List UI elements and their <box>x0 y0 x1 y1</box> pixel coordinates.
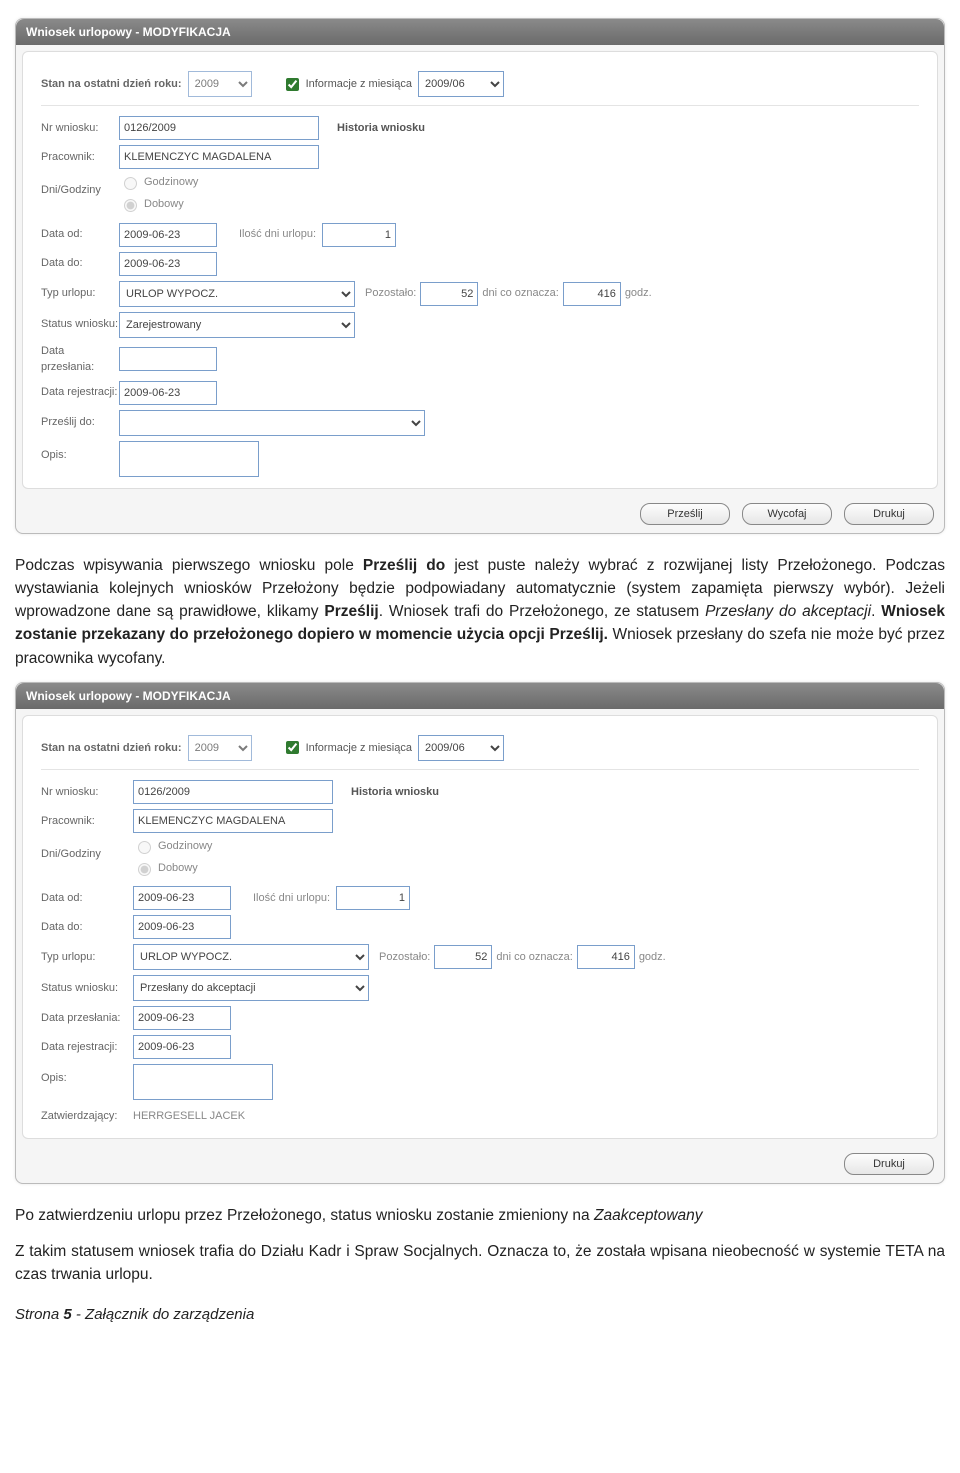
leave-type-label: Typ urlopu: <box>41 949 133 966</box>
date-to-input[interactable] <box>119 252 217 276</box>
panel-title: Wniosek urlopowy - MODYFIKACJA <box>16 19 944 45</box>
explanation-paragraph-1: Podczas wpisywania pierwszego wniosku po… <box>15 554 945 670</box>
reg-date-label: Data rejestracji: <box>41 384 119 401</box>
status-select[interactable]: Przesłany do akceptacji <box>133 975 369 1001</box>
date-from-input[interactable] <box>119 223 217 247</box>
daily-radio[interactable]: Dobowy <box>133 860 198 877</box>
status-label: Status wniosku: <box>41 316 119 333</box>
days-count-input[interactable] <box>336 886 410 910</box>
approver-label: Zatwierdzający: <box>41 1108 133 1125</box>
sent-date-label: Data przesłania: <box>41 343 119 376</box>
request-no-label: Nr wniosku: <box>41 784 133 801</box>
send-to-select[interactable] <box>119 410 425 436</box>
month-select[interactable]: 2009/06 <box>418 735 504 761</box>
days-means-label: dni co oznacza: <box>496 949 572 966</box>
daily-radio[interactable]: Dobowy <box>119 196 184 213</box>
hours-label: godz. <box>625 285 652 302</box>
history-link[interactable]: Historia wniosku <box>337 120 425 137</box>
employee-label: Pracownik: <box>41 813 133 830</box>
request-no-label: Nr wniosku: <box>41 120 119 137</box>
employee-input[interactable] <box>119 145 319 169</box>
description-textarea[interactable] <box>119 441 259 477</box>
approver-name: HERRGESELL JACEK <box>133 1108 245 1125</box>
leave-type-label: Typ urlopu: <box>41 285 119 302</box>
date-from-label: Data od: <box>41 226 119 243</box>
withdraw-button[interactable]: Wycofaj <box>742 503 832 525</box>
days-count-input[interactable] <box>322 223 396 247</box>
employee-input[interactable] <box>133 809 333 833</box>
request-no-input[interactable] <box>119 116 319 140</box>
status-label: Status wniosku: <box>41 980 133 997</box>
month-info-checkbox[interactable]: Informacje z miesiąca <box>282 738 412 757</box>
description-textarea[interactable] <box>133 1064 273 1100</box>
month-info-checkbox[interactable]: Informacje z miesiąca <box>282 75 412 94</box>
explanation-paragraph-2: Po zatwierdzeniu urlopu przez Przełożone… <box>15 1204 945 1286</box>
state-label: Stan na ostatni dzień roku: <box>41 740 182 757</box>
hourly-radio[interactable]: Godzinowy <box>133 838 212 855</box>
history-link[interactable]: Historia wniosku <box>351 784 439 801</box>
leave-request-panel-2: Wniosek urlopowy - MODYFIKACJA Stan na o… <box>15 682 945 1185</box>
leave-type-select[interactable]: URLOP WYPOCZ. <box>119 281 355 307</box>
remaining-label: Pozostało: <box>379 949 430 966</box>
days-count-label: Ilość dni urlopu: <box>253 890 330 907</box>
date-to-input[interactable] <box>133 915 231 939</box>
reg-date-input[interactable] <box>133 1035 231 1059</box>
remaining-hours-input <box>577 945 635 969</box>
state-year-select[interactable]: 2009 <box>188 71 252 97</box>
reg-date-label: Data rejestracji: <box>41 1039 133 1056</box>
reg-date-input[interactable] <box>119 381 217 405</box>
print-button[interactable]: Drukuj <box>844 503 934 525</box>
leave-type-select[interactable]: URLOP WYPOCZ. <box>133 944 369 970</box>
status-select[interactable]: Zarejestrowany <box>119 312 355 338</box>
state-year-select[interactable]: 2009 <box>188 735 252 761</box>
days-count-label: Ilość dni urlopu: <box>239 226 316 243</box>
month-info-check[interactable] <box>286 78 299 91</box>
leave-request-panel-1: Wniosek urlopowy - MODYFIKACJA Stan na o… <box>15 18 945 534</box>
send-to-label: Prześlij do: <box>41 414 119 431</box>
remaining-days-input <box>420 282 478 306</box>
employee-label: Pracownik: <box>41 149 119 166</box>
days-means-label: dni co oznacza: <box>482 285 558 302</box>
hours-label: godz. <box>639 949 666 966</box>
request-no-input[interactable] <box>133 780 333 804</box>
date-to-label: Data do: <box>41 919 133 936</box>
hourly-radio[interactable]: Godzinowy <box>119 174 198 191</box>
date-from-label: Data od: <box>41 890 133 907</box>
day-hour-label: Dni/Godziny <box>41 174 119 199</box>
day-hour-label: Dni/Godziny <box>41 838 133 863</box>
description-label: Opis: <box>41 1064 133 1087</box>
sent-date-input[interactable] <box>133 1006 231 1030</box>
month-info-check[interactable] <box>286 741 299 754</box>
date-from-input[interactable] <box>133 886 231 910</box>
sent-date-label: Data przesłania: <box>41 1010 133 1027</box>
date-to-label: Data do: <box>41 255 119 272</box>
page-footer: Strona 5 - Załącznik do zarządzenia <box>15 1304 945 1327</box>
sent-date-input[interactable] <box>119 347 217 371</box>
description-label: Opis: <box>41 441 119 464</box>
remaining-hours-input <box>563 282 621 306</box>
remaining-days-input <box>434 945 492 969</box>
remaining-label: Pozostało: <box>365 285 416 302</box>
state-label: Stan na ostatni dzień roku: <box>41 76 182 93</box>
month-select[interactable]: 2009/06 <box>418 71 504 97</box>
print-button[interactable]: Drukuj <box>844 1153 934 1175</box>
panel-title: Wniosek urlopowy - MODYFIKACJA <box>16 683 944 709</box>
send-button[interactable]: Prześlij <box>640 503 730 525</box>
